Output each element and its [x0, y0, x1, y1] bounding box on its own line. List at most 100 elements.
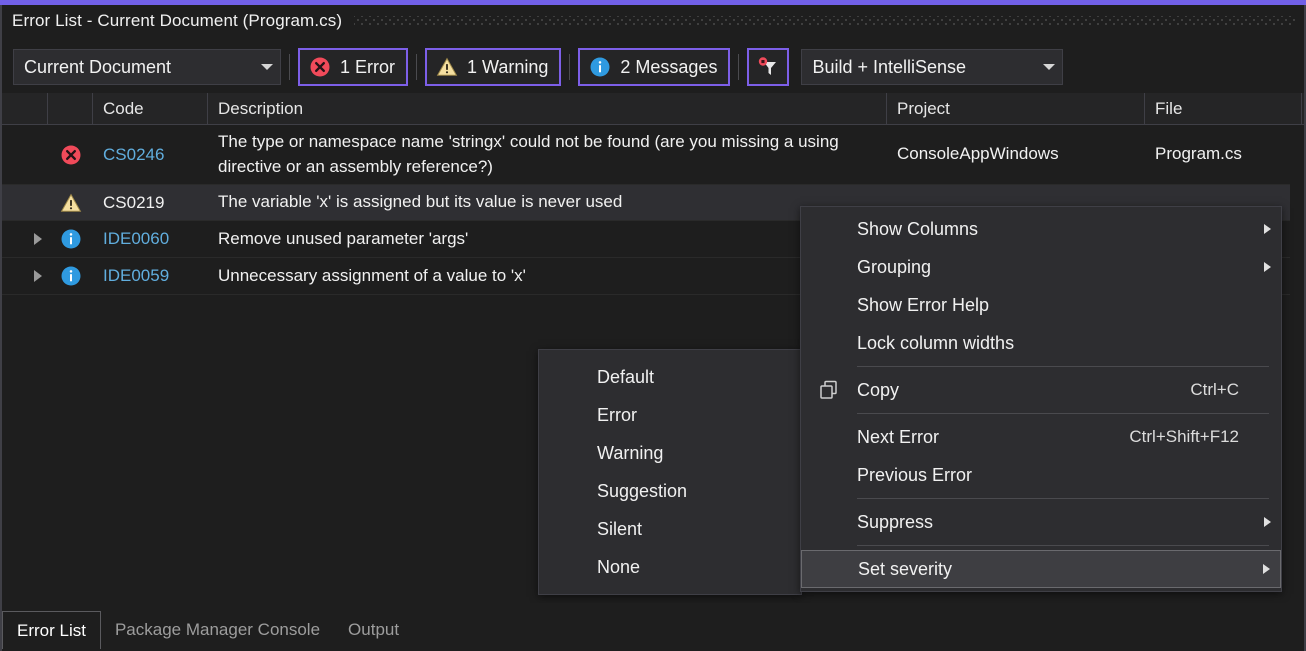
menu-item-show-columns[interactable]: Show Columns — [801, 210, 1281, 248]
menu-item-previous-error[interactable]: Previous Error — [801, 456, 1281, 494]
row-expander-cell[interactable] — [2, 258, 48, 294]
row-code-cell[interactable]: IDE0059 — [93, 258, 208, 294]
set-severity-submenu: Default Error Warning Suggestion Silent None — [538, 349, 802, 595]
table-row[interactable]: CS0246 The type or namespace name 'string… — [2, 125, 1304, 185]
error-list-tool-window: Error List - Current Document (Program.c… — [0, 0, 1306, 651]
severity-option-label: Default — [539, 367, 801, 388]
menu-item-label: Next Error — [857, 427, 1129, 448]
row-severity-cell — [48, 185, 93, 220]
row-expander-cell[interactable] — [2, 221, 48, 257]
build-filter-value: Build + IntelliSense — [802, 57, 1036, 78]
column-header-expander[interactable] — [2, 93, 48, 124]
column-header-label: Project — [897, 99, 950, 119]
severity-option-label: Silent — [539, 519, 801, 540]
menu-item-show-error-help[interactable]: Show Error Help — [801, 286, 1281, 324]
severity-option-error[interactable]: Error — [539, 396, 801, 434]
severity-option-suggestion[interactable]: Suggestion — [539, 472, 801, 510]
severity-option-label: Error — [539, 405, 801, 426]
menu-item-shortcut: Ctrl+Shift+F12 — [1129, 427, 1253, 447]
page-title: Error List - Current Document (Program.c… — [2, 11, 342, 31]
severity-option-warning[interactable]: Warning — [539, 434, 801, 472]
row-code-link[interactable]: IDE0059 — [103, 266, 169, 286]
row-file-text: Program.cs — [1155, 142, 1242, 167]
chevron-right-icon[interactable] — [34, 233, 42, 245]
titlebar-drag-handle[interactable] — [354, 16, 1296, 27]
warnings-filter-label: 1 Warning — [467, 57, 548, 78]
tab-label: Output — [348, 620, 399, 640]
info-icon — [589, 56, 611, 78]
copy-icon — [818, 379, 840, 401]
menu-separator — [857, 413, 1269, 414]
toolbar-separator-2 — [416, 54, 417, 80]
error-list-toolbar: Current Document 1 Error 1 Warning — [2, 41, 1304, 93]
severity-option-none[interactable]: None — [539, 548, 801, 586]
errors-filter-toggle[interactable]: 1 Error — [298, 48, 408, 86]
menu-item-lock-column-widths[interactable]: Lock column widths — [801, 324, 1281, 362]
row-description-cell: The type or namespace name 'stringx' cou… — [208, 125, 887, 184]
menu-item-suppress[interactable]: Suppress — [801, 503, 1281, 541]
toolbar-separator-1 — [289, 54, 290, 80]
chevron-right-icon — [1252, 564, 1280, 574]
column-header-label: Code — [103, 99, 144, 119]
row-file-cell: Program.cs — [1145, 125, 1302, 184]
column-header-file[interactable]: File — [1145, 93, 1302, 124]
column-header-severity[interactable] — [48, 93, 93, 124]
column-header-label: Description — [218, 99, 303, 119]
row-code-cell[interactable]: CS0246 — [93, 125, 208, 184]
error-list-column-headers: Code Description Project File — [2, 93, 1304, 125]
toolbar-separator-4 — [738, 54, 739, 80]
chevron-right-icon[interactable] — [34, 270, 42, 282]
info-icon — [60, 228, 82, 250]
tab-output[interactable]: Output — [334, 611, 413, 649]
menu-separator — [857, 366, 1269, 367]
severity-option-label: Suggestion — [539, 481, 801, 502]
menu-item-next-error[interactable]: Next ErrorCtrl+Shift+F12 — [801, 418, 1281, 456]
column-header-project[interactable]: Project — [887, 93, 1145, 124]
row-code-link[interactable]: CS0246 — [103, 145, 164, 165]
warnings-filter-toggle[interactable]: 1 Warning — [425, 48, 561, 86]
menu-item-label: Show Columns — [857, 219, 1239, 240]
menu-item-shortcut: Ctrl+C — [1190, 380, 1253, 400]
info-icon — [60, 265, 82, 287]
severity-option-default[interactable]: Default — [539, 358, 801, 396]
chevron-down-icon — [254, 64, 280, 70]
menu-item-grouping[interactable]: Grouping — [801, 248, 1281, 286]
row-description-cell: The variable 'x' is assigned but its val… — [208, 185, 887, 220]
messages-filter-toggle[interactable]: 2 Messages — [578, 48, 730, 86]
chevron-right-icon — [1253, 224, 1281, 234]
menu-item-label: Suppress — [857, 512, 1239, 533]
tool-window-tabstrip: Error ListPackage Manager Console Output — [2, 603, 1304, 649]
messages-filter-label: 2 Messages — [620, 57, 717, 78]
severity-option-label: Warning — [539, 443, 801, 464]
row-severity-cell — [48, 221, 93, 257]
row-code-link[interactable]: IDE0060 — [103, 229, 169, 249]
funnel-filter-icon — [756, 55, 780, 79]
filter-settings-button[interactable] — [747, 48, 789, 86]
row-description-text: Remove unused parameter 'args' — [218, 227, 468, 252]
chevron-right-icon — [1253, 262, 1281, 272]
scope-filter-dropdown[interactable]: Current Document — [13, 49, 281, 85]
column-header-description[interactable]: Description — [208, 93, 887, 124]
vertical-scrollbar[interactable] — [1290, 125, 1304, 603]
menu-item-copy[interactable]: CopyCtrl+C — [801, 371, 1281, 409]
menu-item-label: Lock column widths — [857, 333, 1239, 354]
severity-option-silent[interactable]: Silent — [539, 510, 801, 548]
chevron-down-icon — [1036, 64, 1062, 70]
row-code-cell[interactable]: IDE0060 — [93, 221, 208, 257]
tab-package-manager-console[interactable]: Package Manager Console — [101, 611, 334, 649]
build-filter-dropdown[interactable]: Build + IntelliSense — [801, 49, 1063, 85]
row-code-link[interactable]: CS0219 — [103, 193, 164, 213]
column-header-code[interactable]: Code — [93, 93, 208, 124]
row-description-text: Unnecessary assignment of a value to 'x' — [218, 264, 526, 289]
menu-item-set-severity[interactable]: Set severity — [801, 550, 1281, 588]
tab-error-list[interactable]: Error List — [2, 611, 101, 649]
severity-option-label: None — [539, 557, 801, 578]
row-project-text: ConsoleAppWindows — [897, 142, 1059, 167]
menu-item-icon-slot — [801, 379, 857, 401]
error-list-context-menu: Show Columns GroupingShow Error Help Lock … — [800, 206, 1282, 592]
row-code-cell[interactable]: CS0219 — [93, 185, 208, 220]
menu-item-label: Copy — [857, 380, 1190, 401]
row-description-cell: Unnecessary assignment of a value to 'x' — [208, 258, 887, 294]
menu-separator — [857, 498, 1269, 499]
error-icon — [309, 56, 331, 78]
